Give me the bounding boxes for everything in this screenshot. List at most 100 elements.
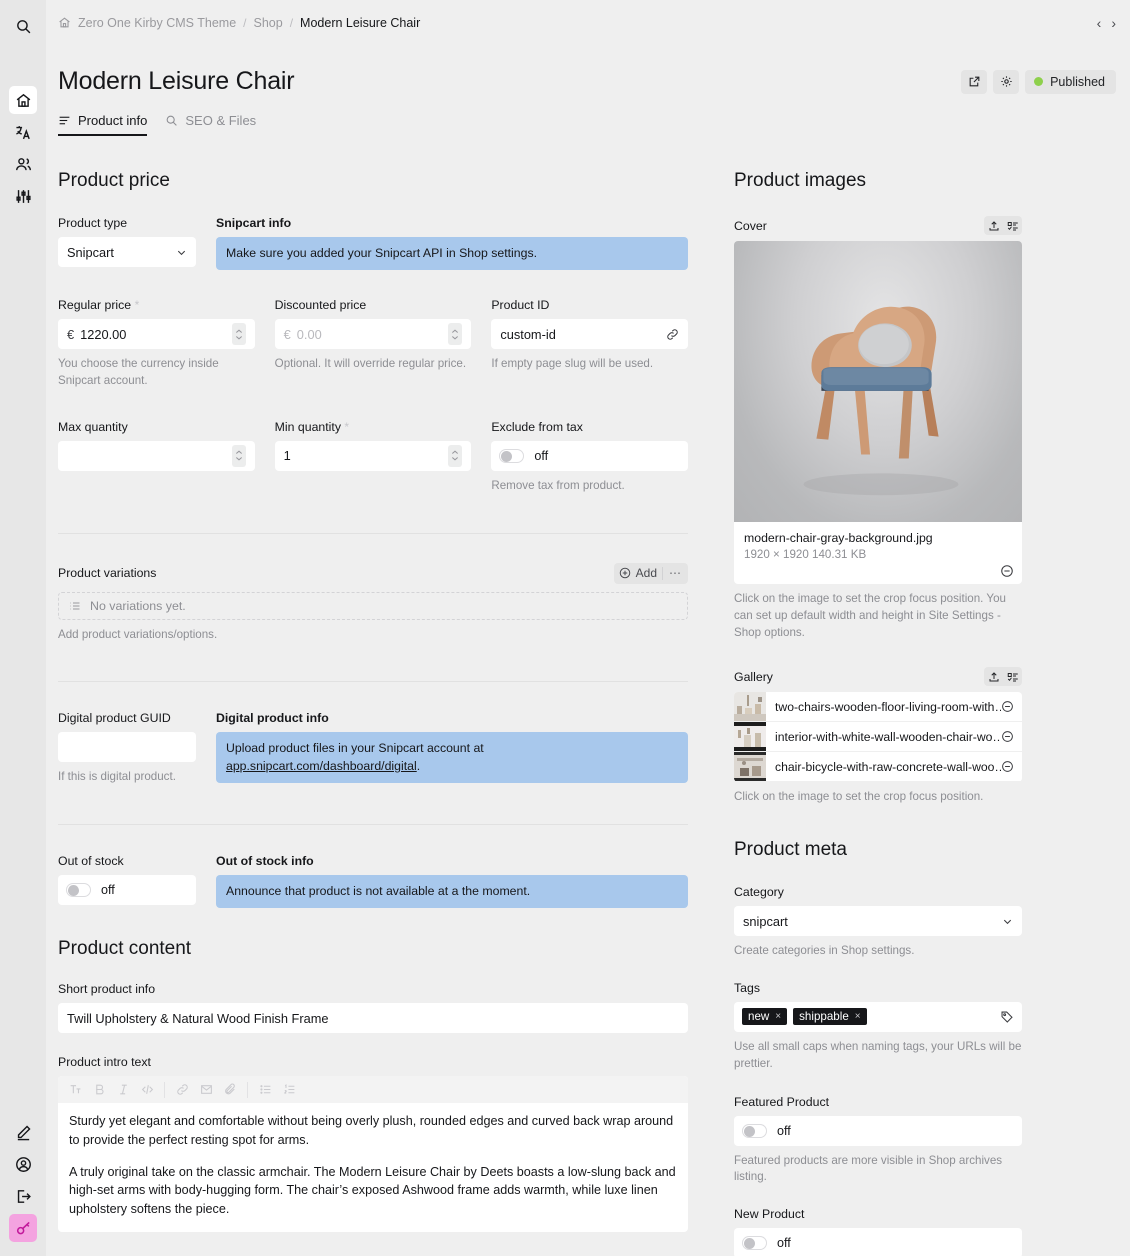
featured-product-help: Featured products are more visible in Sh… — [734, 1153, 1022, 1187]
gallery-thumbnail[interactable] — [734, 722, 766, 751]
select-list-icon[interactable] — [1003, 667, 1022, 686]
ordered-list-icon[interactable] — [278, 1079, 300, 1101]
prev-page-button[interactable]: ‹ — [1097, 16, 1102, 30]
editor-content[interactable]: Sturdy yet elegant and comfortable witho… — [58, 1103, 688, 1218]
intro-paragraph-1: Sturdy yet elegant and comfortable witho… — [69, 1112, 677, 1149]
logout-icon[interactable] — [9, 1182, 37, 1210]
product-id-field: Product ID custom-id If empty page slug … — [491, 298, 688, 390]
exclude-tax-help: Remove tax from product. — [491, 478, 688, 495]
discounted-price-input[interactable]: € 0.00 — [275, 319, 472, 349]
variations-more-button[interactable]: ⋯ — [668, 566, 683, 580]
main-panel: Zero One Kirby CMS Theme / Shop / Modern… — [46, 0, 1130, 1256]
new-product-field: New Product off — [734, 1207, 1022, 1256]
out-of-stock-toggle[interactable]: off — [58, 875, 196, 905]
edit-icon[interactable] — [9, 1118, 37, 1146]
code-icon[interactable] — [136, 1079, 158, 1101]
tags-input[interactable]: new × shippable × — [734, 1002, 1022, 1032]
page-header-actions: Published — [961, 70, 1116, 94]
rich-text-editor[interactable]: Sturdy yet elegant and comfortable witho… — [58, 1076, 688, 1231]
min-quantity-label: Min quantity * — [275, 420, 472, 434]
gallery-label: Gallery — [734, 670, 773, 684]
add-label: Add — [636, 566, 657, 580]
sidebar-item-users[interactable] — [9, 150, 37, 178]
max-quantity-stepper[interactable] — [232, 445, 246, 467]
max-quantity-input[interactable] — [58, 441, 255, 471]
product-id-input[interactable]: custom-id — [491, 319, 688, 349]
cover-metadata: modern-chair-gray-background.jpg 1920 × … — [734, 522, 1022, 584]
upload-icon[interactable] — [984, 667, 1003, 686]
regular-price-input[interactable]: € 1220.00 — [58, 319, 255, 349]
tab-seo-files[interactable]: SEO & Files — [165, 113, 256, 136]
status-badge[interactable]: Published — [1025, 70, 1116, 94]
toggle-switch[interactable] — [742, 1236, 767, 1250]
next-page-button[interactable]: › — [1111, 16, 1116, 30]
snipcart-dashboard-link[interactable]: app.snipcart.com/dashboard/digital — [226, 759, 417, 773]
select-list-icon[interactable] — [1003, 216, 1022, 235]
remove-circle-icon[interactable] — [1001, 700, 1022, 713]
divider — [58, 533, 688, 534]
discounted-price-stepper[interactable] — [448, 323, 462, 345]
cover-header: Cover — [734, 216, 1022, 235]
short-info-label: Short product info — [58, 982, 688, 996]
bullet-list-icon[interactable] — [254, 1079, 276, 1101]
product-type-label: Product type — [58, 216, 196, 230]
gallery-thumbnail[interactable] — [734, 692, 766, 721]
home-icon[interactable] — [58, 16, 71, 29]
tag-remove-icon[interactable]: × — [775, 1011, 781, 1022]
breadcrumb-item-shop[interactable]: Shop — [254, 16, 283, 30]
upload-icon[interactable] — [984, 216, 1003, 235]
tags-label: Tags — [734, 981, 1022, 995]
toggle-switch[interactable] — [66, 883, 91, 897]
gallery-thumbnail[interactable] — [734, 752, 766, 781]
email-icon[interactable] — [195, 1079, 217, 1101]
min-quantity-stepper[interactable] — [448, 445, 462, 467]
bold-icon[interactable] — [88, 1079, 110, 1101]
toggle-switch[interactable] — [499, 449, 524, 463]
remove-circle-icon[interactable] — [1001, 760, 1022, 773]
attachment-icon[interactable] — [219, 1079, 241, 1101]
italic-icon[interactable] — [112, 1079, 134, 1101]
status-dot — [1034, 77, 1043, 86]
remove-circle-icon[interactable] — [1001, 730, 1022, 743]
digital-guid-input[interactable] — [58, 732, 196, 762]
page-pager: ‹ › — [1097, 16, 1116, 30]
exclude-tax-toggle[interactable]: off — [491, 441, 688, 471]
tag-chip[interactable]: shippable × — [793, 1008, 866, 1025]
breadcrumb-item-site[interactable]: Zero One Kirby CMS Theme — [78, 16, 236, 30]
link-icon[interactable] — [666, 328, 679, 341]
search-icon[interactable] — [9, 12, 37, 40]
min-quantity-input[interactable]: 1 — [275, 441, 472, 471]
tag-chip[interactable]: new × — [742, 1008, 787, 1025]
min-quantity-field: Min quantity * 1 — [275, 420, 472, 495]
tag-icon[interactable] — [1000, 1010, 1014, 1024]
account-icon[interactable] — [9, 1150, 37, 1178]
tag-remove-icon[interactable]: × — [855, 1011, 861, 1022]
cover-image[interactable] — [734, 241, 1022, 522]
gear-icon[interactable] — [993, 70, 1019, 94]
tab-product-info[interactable]: Product info — [58, 113, 147, 136]
sidebar-item-languages[interactable] — [9, 118, 37, 146]
gallery-item[interactable]: chair-bicycle-with-raw-concrete-wall-woo… — [734, 752, 1022, 781]
snipcart-info-notice: Make sure you added your Snipcart API in… — [216, 237, 688, 270]
link-icon[interactable] — [171, 1079, 193, 1101]
new-product-toggle[interactable]: off — [734, 1228, 1022, 1256]
add-variation-button[interactable]: Add ⋯ — [614, 563, 688, 584]
remove-circle-icon[interactable] — [1000, 564, 1014, 578]
headline-icon[interactable] — [64, 1079, 86, 1101]
gallery-item[interactable]: interior-with-white-wall-wooden-chair-wo… — [734, 722, 1022, 751]
category-select[interactable]: snipcart — [734, 906, 1022, 936]
featured-product-toggle[interactable]: off — [734, 1116, 1022, 1146]
toggle-switch[interactable] — [742, 1124, 767, 1138]
digital-product-section: Digital product GUID If this is digital … — [58, 711, 688, 786]
gallery-item[interactable]: two-chairs-wooden-floor-living-room-with… — [734, 692, 1022, 721]
sidebar-item-site[interactable] — [9, 86, 37, 114]
key-icon[interactable] — [9, 1214, 37, 1242]
short-info-input[interactable]: Twill Upholstery & Natural Wood Finish F… — [58, 1003, 688, 1033]
max-quantity-label: Max quantity — [58, 420, 255, 434]
variations-empty-state[interactable]: No variations yet. — [58, 592, 688, 620]
external-link-icon[interactable] — [961, 70, 987, 94]
max-quantity-field: Max quantity — [58, 420, 255, 495]
sidebar-item-system[interactable] — [9, 182, 37, 210]
product-type-select[interactable]: Snipcart — [58, 237, 196, 267]
regular-price-stepper[interactable] — [232, 323, 246, 345]
